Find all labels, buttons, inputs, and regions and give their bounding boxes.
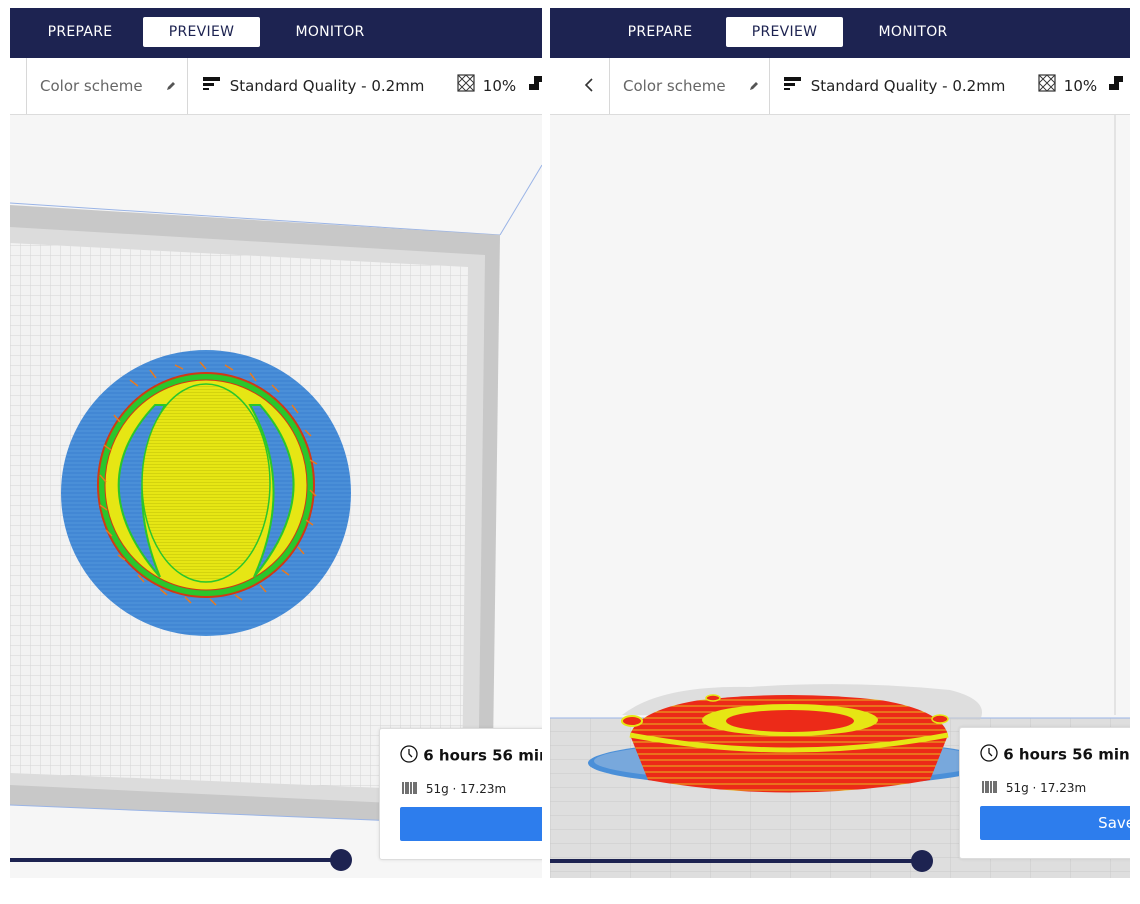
print-profile-selector[interactable]: Standard Quality - 0.2mm [784, 58, 1005, 114]
print-time: 6 hours 56 minu [1003, 745, 1130, 764]
filament-spool-icon [402, 781, 418, 798]
clock-icon [400, 745, 418, 767]
infill-icon [457, 59, 475, 115]
infill-label: 10% [482, 77, 517, 95]
layer-slider[interactable] [10, 840, 370, 878]
profile-bars-icon [203, 59, 221, 115]
color-scheme-label: Color scheme [623, 77, 726, 95]
color-scheme-label: Color scheme [40, 77, 143, 95]
support-icon [528, 59, 542, 115]
support-icon [1108, 59, 1124, 115]
infill-label: 10% [1063, 77, 1098, 95]
material-row: 51g · 17.23m [402, 781, 506, 798]
edit-pencil-icon [748, 59, 760, 115]
layer-slider-handle[interactable] [911, 850, 933, 872]
print-info-card: 6 hours 56 minu 51g · 17.23m Save [379, 728, 542, 860]
right-screenshot: PREPARE PREVIEW MONITOR Color scheme Sta… [550, 8, 1130, 878]
profile-label: Standard Quality - 0.2mm [810, 77, 1006, 95]
print-profile-selector[interactable]: Standard Quality - 0.2mm [203, 58, 424, 114]
material-usage: 51g · 17.23m [1005, 781, 1087, 795]
profile-label: Standard Quality - 0.2mm [229, 77, 425, 95]
filament-spool-icon [982, 780, 998, 797]
top-nav-bar: PREPARE PREVIEW MONITOR [10, 8, 542, 58]
tab-prepare[interactable]: PREPARE [620, 17, 700, 47]
tab-preview[interactable]: PREVIEW [143, 17, 260, 47]
settings-bar: Color scheme Standard Quality - 0.2mm 10… [10, 58, 542, 115]
back-chevron-icon [584, 59, 594, 115]
print-time-row: 6 hours 56 minu [400, 745, 542, 767]
layer-slider-handle[interactable] [330, 849, 352, 871]
support-setting[interactable] [528, 58, 542, 114]
profile-bars-icon [784, 59, 802, 115]
infill-setting[interactable]: 10% [1038, 58, 1097, 114]
infill-icon [1038, 59, 1056, 115]
3d-viewport[interactable]: 6 hours 56 minu 51g · 17.23m Save [550, 115, 1130, 878]
save-button[interactable]: Save [400, 807, 542, 841]
top-nav-bar: PREPARE PREVIEW MONITOR [550, 8, 1130, 58]
print-time-row: 6 hours 56 minu [980, 744, 1130, 766]
tab-monitor[interactable]: MONITOR [280, 17, 380, 47]
tab-monitor[interactable]: MONITOR [863, 17, 963, 47]
left-screenshot: PREPARE PREVIEW MONITOR Color scheme Sta… [10, 8, 542, 878]
infill-setting[interactable]: 10% [457, 58, 516, 114]
color-scheme-selector[interactable]: Color scheme [623, 58, 760, 114]
material-usage: 51g · 17.23m [425, 782, 507, 796]
support-setting[interactable] [1108, 58, 1124, 114]
edit-pencil-icon [165, 59, 177, 115]
print-time: 6 hours 56 minu [423, 746, 542, 765]
clock-icon [980, 744, 998, 766]
3d-viewport[interactable]: 6 hours 56 minu 51g · 17.23m Save [10, 115, 542, 878]
save-button[interactable]: Save [980, 806, 1130, 840]
material-row: 51g · 17.23m [982, 780, 1086, 797]
settings-bar: Color scheme Standard Quality - 0.2mm 10… [550, 58, 1130, 115]
print-info-card: 6 hours 56 minu 51g · 17.23m Save [959, 727, 1130, 859]
back-button[interactable] [584, 58, 594, 114]
tab-preview[interactable]: PREVIEW [726, 17, 843, 47]
color-scheme-selector[interactable]: Color scheme [40, 58, 177, 114]
layer-slider[interactable] [550, 841, 950, 878]
tab-prepare[interactable]: PREPARE [40, 17, 120, 47]
